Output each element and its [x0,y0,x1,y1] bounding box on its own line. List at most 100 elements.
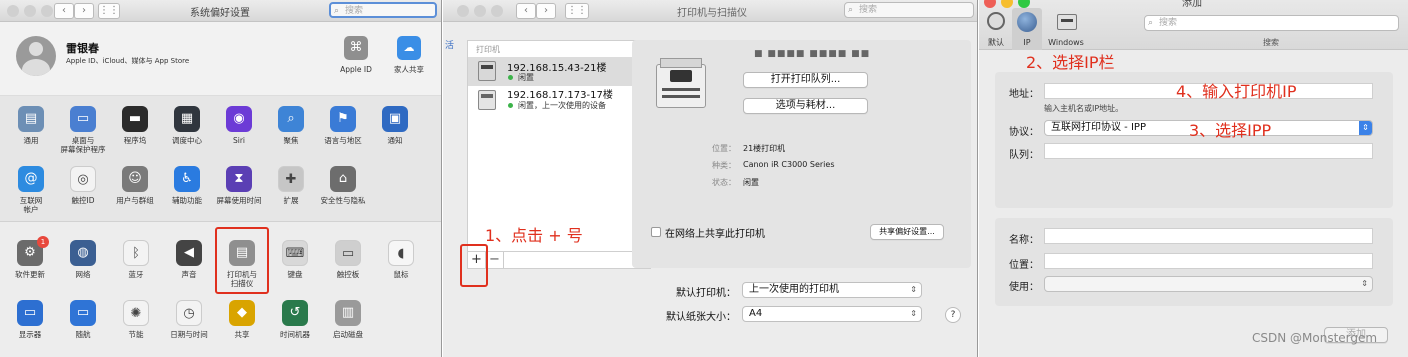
pref-pane-display[interactable]: ▭ 显示器 [9,300,51,356]
sharing-preferences-button[interactable]: 共享偏好设置... [870,224,944,240]
pref-pane-energy[interactable]: ✺ 节能 [115,300,157,356]
remove-printer-button[interactable]: − [486,252,504,268]
pref-pane-label: 随航 [75,330,91,339]
pref-pane-label: 屏幕使用时间 [216,196,262,205]
close-button[interactable] [984,0,996,8]
sharing-icon: ◆ [229,300,255,326]
pref-pane-label: 时间机器 [280,330,310,339]
startup-disk-icon: ▥ [335,300,361,326]
mission-control-icon: ▦ [174,106,200,132]
close-button[interactable] [7,5,19,17]
pref-pane-label: 安全性与隐私 [320,196,366,205]
default-printer-select[interactable]: 上一次使用的打印机 ⇕ [742,282,922,298]
pref-pane-general[interactable]: ▤ 通用 [10,106,52,162]
tab-ip[interactable]: IP [1012,8,1042,50]
apple-id-item[interactable]: ⌘ Apple ID [339,36,373,82]
apple-icon: ⌘ [344,36,368,60]
pref-pane-desktop[interactable]: ▭ 桌面与 屏幕保护程序 [61,106,106,162]
forward-button[interactable]: › [536,3,556,19]
pref-pane-sidecar[interactable]: ▭ 随航 [62,300,104,356]
tab-default[interactable]: 默认 [984,10,1008,48]
pref-pane-sound[interactable]: ◀ 声音 [168,240,210,296]
pref-pane-sharing[interactable]: ◆ 共享 [221,300,263,356]
printer-list[interactable]: 打印机 192.168.15.43-21楼 闲置 192.168.17.173-… [467,40,651,252]
pref-pane-date-time[interactable]: ◷ 日期与时间 [168,300,210,356]
options-supplies-button[interactable]: 选项与耗材... [743,98,868,114]
bluetooth-icon: ᛒ [123,240,149,266]
pref-pane-label: 节能 [128,330,144,339]
updown-arrows-icon: ⇕ [1359,121,1372,135]
use-label: 使用： [1009,282,1039,293]
printer-icon [478,61,496,81]
paper-size-select[interactable]: A4 ⇕ [742,306,922,322]
display-icon: ▭ [17,300,43,326]
zoom-button[interactable] [41,5,53,17]
back-button[interactable]: ‹ [54,3,74,19]
pref-pane-label: 共享 [234,330,250,339]
pref-pane-spotlight[interactable]: ⌕ 聚焦 [270,106,312,162]
minimize-button[interactable] [24,5,36,17]
pref-pane-internet-accounts[interactable]: @ 互联网 帐户 [10,166,52,222]
name-label: 名称： [1009,235,1039,246]
zoom-button[interactable] [1018,0,1030,8]
default-printer-label: 默认打印机： [676,288,736,299]
pref-pane-language[interactable]: ⚑ 语言与地区 [322,106,364,162]
pref-pane-siri[interactable]: ◉ Siri [218,106,260,162]
dock-icon: ▬ [122,106,148,132]
prefs-grid-2: ⚙ 1 软件更新 ◍ 网络 ᛒ 蓝牙 ◀ 声音 ▤ 打印机与 扫描仪 ⌨ 键盘 ▭ 触控板 ◖ 鼠标 ▭ 显示器 ▭… [0,222,441,357]
avatar[interactable] [16,36,56,76]
pref-pane-time-machine[interactable]: ↺ 时间机器 [274,300,316,356]
pref-pane-screen-time[interactable]: ⧗ 屏幕使用时间 [217,166,262,222]
pref-pane-extensions[interactable]: ✚ 扩展 [270,166,312,222]
printer-list-item[interactable]: 192.168.15.43-21楼 闲置 [468,57,650,86]
pref-pane-notifications[interactable]: ▣ 通知 [374,106,416,162]
pref-pane-touch-id[interactable]: ◎ 触控ID [62,166,104,222]
queue-field[interactable] [1044,143,1373,159]
printer-list-item[interactable]: 192.168.17.173-17楼 闲置，上一次使用的设备 [468,86,650,115]
pref-pane-trackpad[interactable]: ▭ 触控板 [327,240,369,296]
windows-printer-icon [1057,14,1077,30]
step2-annotation: 2、选择IP栏 [1026,53,1115,72]
minimize-button[interactable] [474,5,486,17]
minimize-button[interactable] [1001,0,1013,8]
search-input[interactable]: ⌕ 搜索 [329,2,437,18]
pref-pane-startup-disk[interactable]: ▥ 启动磁盘 [327,300,369,356]
pref-pane-dock[interactable]: ▬ 程序坞 [114,106,156,162]
detail-key: 位置： [712,144,736,153]
name-field[interactable] [1044,228,1373,244]
pref-pane-label: 键盘 [287,270,303,279]
share-checkbox[interactable] [651,227,661,237]
pref-pane-software-update[interactable]: ⚙ 1 软件更新 [9,236,51,296]
pref-pane-keyboard[interactable]: ⌨ 键盘 [274,240,316,296]
pref-pane-network[interactable]: ◍ 网络 [62,240,104,296]
pref-pane-mouse[interactable]: ◖ 鼠标 [380,240,422,296]
family-sharing-item[interactable]: ☁ 家人共享 [390,36,428,82]
printers-scanners-window: ‹ › ⋮⋮ 打印机与扫描仪 ⌕ 搜索 活 打印机 192.168.15.43-2… [443,0,978,357]
pref-pane-bluetooth[interactable]: ᛒ 蓝牙 [115,240,157,296]
search-input[interactable]: ⌕ 搜索 [844,2,974,18]
show-all-button[interactable]: ⋮⋮ [565,3,589,19]
sidecar-icon: ▭ [70,300,96,326]
show-all-button[interactable]: ⋮⋮ [98,3,120,19]
location-field[interactable] [1044,253,1373,269]
use-select[interactable]: ⇕ [1044,276,1373,292]
pref-pane-accessibility[interactable]: ♿ 辅助功能 [166,166,208,222]
forward-button[interactable]: › [74,3,94,19]
open-print-queue-button[interactable]: 打开打印队列... [743,72,868,88]
family-sharing-icon: ☁ [397,36,421,60]
tab-windows[interactable]: Windows [1046,10,1086,48]
pref-pane-security[interactable]: ⌂ 安全性与隐私 [321,166,366,222]
printer-name-masked: ■ ■■■■ ■■■■ ■■ [754,49,871,59]
help-button[interactable]: ? [945,307,961,323]
title-bar: ‹ › ⋮⋮ 打印机与扫描仪 ⌕ 搜索 [443,0,977,22]
pref-pane-mission-control[interactable]: ▦ 调度中心 [166,106,208,162]
close-button[interactable] [457,5,469,17]
zoom-button[interactable] [491,5,503,17]
spotlight-icon: ⌕ [278,106,304,132]
back-button[interactable]: ‹ [516,3,536,19]
pref-pane-label: 软件更新 [15,270,45,279]
search-input[interactable]: ⌕ 搜索 [1144,15,1399,31]
pref-pane-users[interactable]: ☺ 用户与群组 [114,166,156,222]
add-button-highlight-box [460,244,488,287]
window-title: 打印机与扫描仪 [677,8,747,19]
